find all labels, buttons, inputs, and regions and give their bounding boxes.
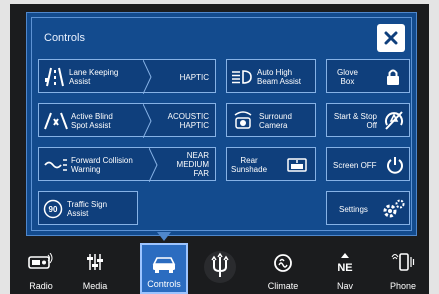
- lock-icon: [387, 69, 399, 85]
- forward-collision-icon: [44, 159, 67, 171]
- auto-high-beam-tile[interactable]: Auto High Beam Assist: [226, 59, 316, 93]
- rear-sunshade-tile[interactable]: Rear Sunshade: [226, 147, 316, 181]
- nav-climate-label: Climate: [267, 281, 299, 291]
- start-stop-label: Start & Stop Off: [333, 112, 377, 130]
- nav-media[interactable]: Media: [72, 243, 118, 294]
- nav-controls-label: Controls: [147, 279, 181, 289]
- active-blind-spot-value: ACOUSTIC HAPTIC: [167, 112, 209, 130]
- lane-keeping-label: Lane Keeping Assist: [69, 68, 119, 86]
- blind-spot-icon: [44, 112, 68, 130]
- controls-panel: Controls Lane Keeping Assist HAPTIC Acti…: [26, 12, 417, 236]
- lane-keeping-value: HAPTIC: [179, 73, 209, 82]
- trident-logo-icon: [204, 251, 236, 283]
- nav-home-logo[interactable]: [198, 243, 242, 294]
- glove-box-tile[interactable]: Glove Box: [326, 59, 410, 93]
- forward-collision-value: NEAR MEDIUM FAR: [176, 151, 209, 178]
- surround-camera-tile[interactable]: Surround Camera: [226, 103, 316, 137]
- nav-phone[interactable]: Phone: [380, 243, 426, 294]
- nav-climate[interactable]: Climate: [260, 243, 306, 294]
- close-button[interactable]: [377, 24, 405, 52]
- active-tab-pointer: [157, 232, 171, 241]
- nav-nav[interactable]: NE Nav: [322, 243, 368, 294]
- screen-off-tile[interactable]: Screen OFF: [326, 147, 410, 181]
- nav-radio-label: Radio: [29, 281, 53, 291]
- svg-text:90: 90: [49, 205, 58, 214]
- nav-controls[interactable]: Controls: [140, 243, 188, 294]
- nav-radio[interactable]: Radio: [18, 243, 64, 294]
- compass-icon: NE: [337, 253, 353, 273]
- car-icon: [152, 257, 176, 273]
- svg-text:NE: NE: [337, 262, 352, 273]
- traffic-sign-icon: 90: [43, 199, 63, 219]
- glove-box-label: Glove Box: [337, 68, 358, 86]
- high-beam-icon: [232, 70, 252, 84]
- bottom-nav-bar: Radio Media Controls Climate NE Nav Phon…: [10, 243, 429, 294]
- nav-media-label: Media: [82, 281, 108, 291]
- rear-sunshade-label: Rear Sunshade: [231, 156, 268, 174]
- settings-label: Settings: [339, 205, 368, 214]
- climate-icon: [274, 254, 292, 272]
- sunshade-icon: [287, 158, 307, 172]
- auto-high-beam-label: Auto High Beam Assist: [257, 68, 302, 86]
- radio-icon: [28, 253, 53, 269]
- active-blind-spot-tile[interactable]: Active Blind Spot Assist ACOUSTIC HAPTIC: [38, 103, 216, 138]
- gear-icon: [383, 199, 405, 218]
- surround-camera-icon: [234, 111, 252, 129]
- screen-off-label: Screen OFF: [333, 161, 377, 170]
- forward-collision-tile[interactable]: Forward Collision Warning NEAR MEDIUM FA…: [38, 147, 216, 182]
- lane-keeping-assist-tile[interactable]: Lane Keeping Assist HAPTIC: [38, 59, 216, 94]
- tile-divider: [149, 148, 158, 182]
- traffic-sign-label: Traffic Sign Assist: [67, 200, 108, 218]
- active-blind-spot-label: Active Blind Spot Assist: [71, 112, 113, 130]
- media-icon: [87, 254, 103, 270]
- close-icon: [384, 31, 398, 45]
- power-icon: [387, 157, 403, 174]
- tile-divider: [143, 60, 152, 94]
- traffic-sign-assist-tile[interactable]: 90 Traffic Sign Assist: [38, 191, 138, 225]
- phone-icon: [391, 253, 415, 271]
- nav-nav-label: Nav: [336, 281, 353, 291]
- start-stop-tile[interactable]: Start & Stop Off: [326, 103, 410, 137]
- lane-keeping-icon: [45, 67, 64, 87]
- tile-divider: [143, 104, 152, 138]
- surround-camera-label: Surround Camera: [259, 112, 292, 130]
- panel-title: Controls: [44, 32, 85, 44]
- settings-tile[interactable]: Settings: [326, 191, 410, 225]
- forward-collision-label: Forward Collision Warning: [71, 156, 133, 174]
- nav-phone-label: Phone: [389, 281, 417, 291]
- start-stop-off-icon: [385, 111, 403, 130]
- controls-panel-frame: Controls Lane Keeping Assist HAPTIC Acti…: [31, 17, 412, 231]
